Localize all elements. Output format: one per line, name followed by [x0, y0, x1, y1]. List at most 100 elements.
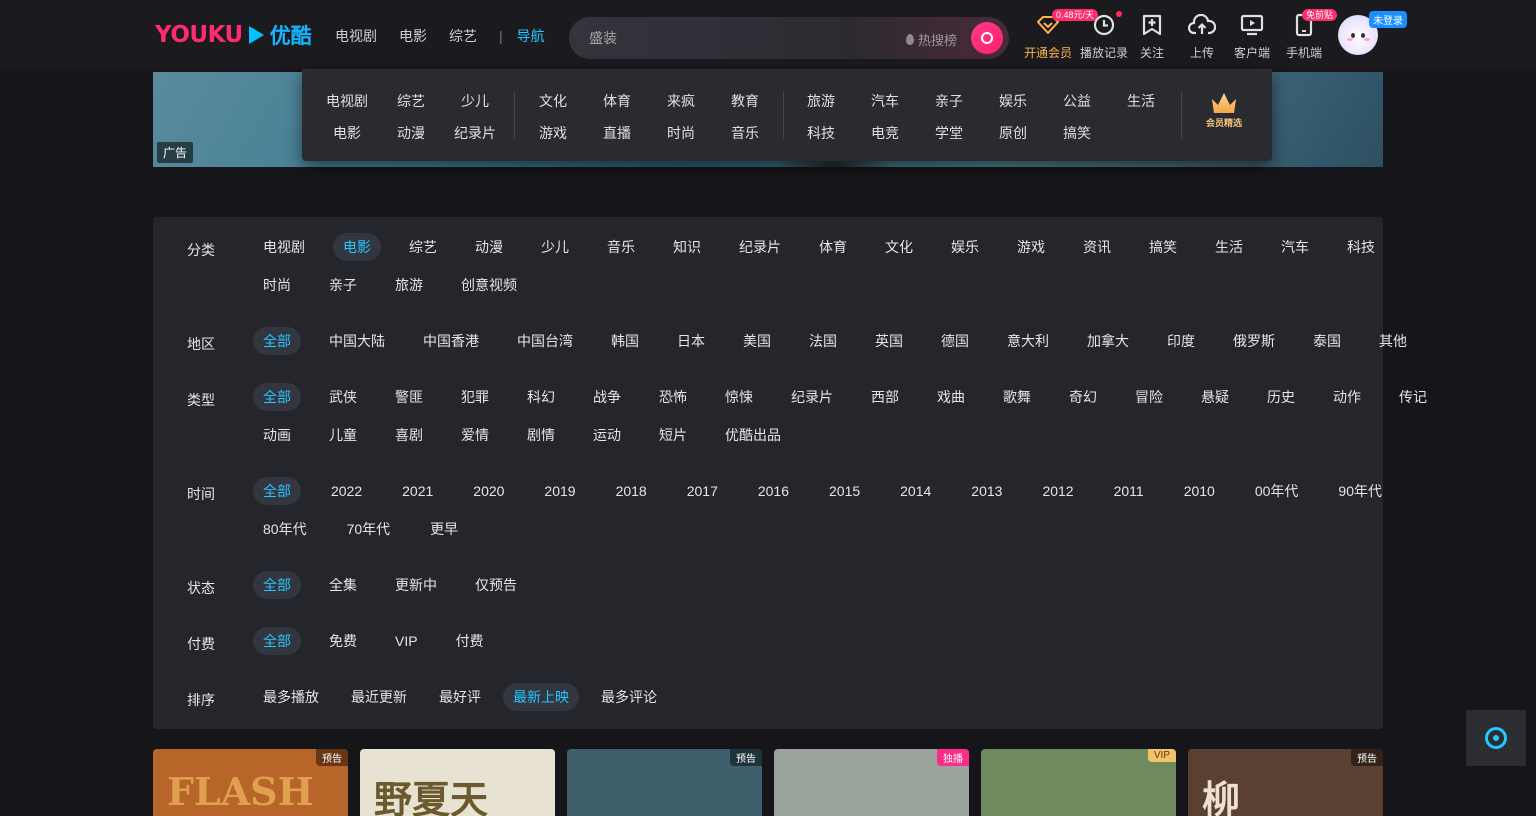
filter-option[interactable]: 战争 — [583, 383, 631, 411]
filter-option[interactable]: 少儿 — [531, 233, 579, 261]
nav-item-tv[interactable]: 电视剧 — [335, 26, 377, 46]
filter-option[interactable]: 纪录片 — [729, 233, 791, 261]
filter-option[interactable]: 动作 — [1323, 383, 1371, 411]
filter-option[interactable]: 纪录片 — [781, 383, 843, 411]
dropdown-item[interactable]: 科技 — [796, 123, 846, 143]
filter-option[interactable]: 美国 — [733, 327, 781, 355]
filter-option[interactable]: 2015 — [819, 477, 870, 505]
login-status-badge[interactable]: 未登录 — [1369, 11, 1407, 28]
video-card[interactable]: 独播 — [774, 749, 969, 816]
filter-option[interactable]: 悬疑 — [1191, 383, 1239, 411]
dropdown-item[interactable]: 汽车 — [860, 91, 910, 111]
upload-button[interactable]: 上传 — [1172, 10, 1232, 61]
filter-option[interactable]: 搞笑 — [1139, 233, 1187, 261]
dropdown-item[interactable]: 电视剧 — [322, 91, 372, 111]
filter-option[interactable]: 综艺 — [399, 233, 447, 261]
dropdown-item[interactable]: 动漫 — [386, 123, 436, 143]
filter-option[interactable]: 2021 — [392, 477, 443, 505]
dropdown-item[interactable]: 生活 — [1116, 91, 1166, 111]
dropdown-item[interactable]: 音乐 — [720, 123, 770, 143]
dropdown-item[interactable]: 教育 — [720, 91, 770, 111]
filter-option[interactable]: 短片 — [649, 421, 697, 449]
filter-option[interactable]: 2011 — [1104, 477, 1154, 505]
video-card[interactable]: VIP — [981, 749, 1176, 816]
filter-option[interactable]: 2010 — [1174, 477, 1225, 505]
filter-option[interactable]: 2013 — [961, 477, 1012, 505]
filter-option[interactable]: 历史 — [1257, 383, 1305, 411]
dropdown-item[interactable]: 电竞 — [860, 123, 910, 143]
dropdown-item[interactable]: 来疯 — [656, 91, 706, 111]
filter-option[interactable]: 警匪 — [385, 383, 433, 411]
filter-option[interactable]: 俄罗斯 — [1223, 327, 1285, 355]
dropdown-item[interactable]: 文化 — [528, 91, 578, 111]
filter-option[interactable]: 剧情 — [517, 421, 565, 449]
search-button[interactable] — [971, 22, 1003, 54]
filter-option[interactable]: 音乐 — [597, 233, 645, 261]
filter-option[interactable]: 娱乐 — [941, 233, 989, 261]
filter-option[interactable]: 创意视频 — [451, 271, 527, 299]
filter-option[interactable]: 更早 — [420, 515, 468, 543]
filter-option[interactable]: 汽车 — [1271, 233, 1319, 261]
follow-button[interactable]: 关注 — [1132, 10, 1172, 61]
dropdown-item[interactable]: 直播 — [592, 123, 642, 143]
filter-option[interactable]: 体育 — [809, 233, 857, 261]
filter-option[interactable]: 文化 — [875, 233, 923, 261]
filter-option[interactable]: 90年代 — [1328, 477, 1392, 505]
filter-option[interactable]: 2012 — [1032, 477, 1083, 505]
filter-option[interactable]: 更新中 — [385, 571, 447, 599]
dropdown-item[interactable]: 娱乐 — [988, 91, 1038, 111]
filter-option[interactable]: 游戏 — [1007, 233, 1055, 261]
filter-option[interactable]: 中国大陆 — [319, 327, 395, 355]
filter-option[interactable]: 爱情 — [451, 421, 499, 449]
filter-option[interactable]: 法国 — [799, 327, 847, 355]
filter-option[interactable]: 惊悚 — [715, 383, 763, 411]
client-button[interactable]: 客户端 — [1232, 10, 1272, 61]
filter-option[interactable]: 英国 — [865, 327, 913, 355]
filter-option[interactable]: VIP — [385, 627, 428, 655]
dropdown-item[interactable]: 原创 — [988, 123, 1038, 143]
dropdown-item[interactable]: 纪录片 — [450, 123, 500, 143]
filter-option[interactable]: 全部 — [253, 627, 301, 655]
filter-option[interactable]: 韩国 — [601, 327, 649, 355]
filter-option[interactable]: 全部 — [253, 571, 301, 599]
dropdown-item[interactable]: 少儿 — [450, 91, 500, 111]
filter-option[interactable]: 电视剧 — [253, 233, 315, 261]
video-card[interactable]: 柳 预告 — [1188, 749, 1383, 816]
filter-option[interactable]: 全部 — [253, 383, 301, 411]
filter-option[interactable]: 70年代 — [337, 515, 401, 543]
filter-option[interactable]: 中国香港 — [413, 327, 489, 355]
customer-service-button[interactable] — [1466, 710, 1526, 766]
filter-option[interactable]: 其他 — [1369, 327, 1417, 355]
dropdown-item[interactable]: 电影 — [322, 123, 372, 143]
filter-option[interactable]: 2016 — [748, 477, 799, 505]
filter-option[interactable]: 武侠 — [319, 383, 367, 411]
video-card[interactable]: FLASH 预告 — [153, 749, 348, 816]
filter-option[interactable]: 传记 — [1389, 383, 1437, 411]
dropdown-item[interactable]: 公益 — [1052, 91, 1102, 111]
filter-option[interactable]: 科技 — [1337, 233, 1385, 261]
filter-option[interactable]: 最好评 — [429, 683, 491, 711]
filter-option[interactable]: 歌舞 — [993, 383, 1041, 411]
filter-option[interactable]: 意大利 — [997, 327, 1059, 355]
filter-option[interactable]: 西部 — [861, 383, 909, 411]
dropdown-item[interactable]: 时尚 — [656, 123, 706, 143]
filter-option[interactable]: 喜剧 — [385, 421, 433, 449]
filter-option[interactable]: 加拿大 — [1077, 327, 1139, 355]
nav-item-variety[interactable]: 综艺 — [449, 26, 477, 46]
filter-option[interactable]: 冒险 — [1125, 383, 1173, 411]
filter-option[interactable]: 2018 — [606, 477, 657, 505]
dropdown-item[interactable]: 搞笑 — [1052, 123, 1102, 143]
dropdown-item[interactable]: 综艺 — [386, 91, 436, 111]
filter-option[interactable]: 泰国 — [1303, 327, 1351, 355]
filter-option[interactable]: 中国台湾 — [507, 327, 583, 355]
filter-option[interactable]: 全集 — [319, 571, 367, 599]
filter-option[interactable]: 运动 — [583, 421, 631, 449]
video-card[interactable]: 预告 — [567, 749, 762, 816]
filter-option[interactable]: 科幻 — [517, 383, 565, 411]
dropdown-item[interactable]: 游戏 — [528, 123, 578, 143]
filter-option[interactable]: 2022 — [321, 477, 372, 505]
filter-option[interactable]: 2017 — [677, 477, 728, 505]
filter-option[interactable]: 德国 — [931, 327, 979, 355]
filter-option[interactable]: 电影 — [332, 233, 381, 261]
filter-option[interactable]: 最多播放 — [253, 683, 329, 711]
